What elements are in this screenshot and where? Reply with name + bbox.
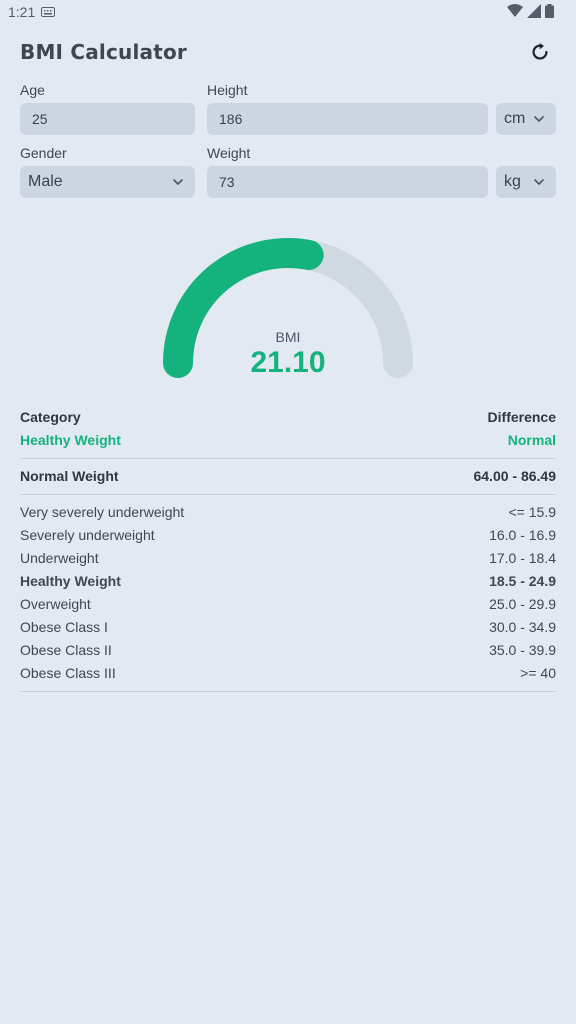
age-input-value: 25 [32, 111, 48, 127]
height-input-value: 186 [219, 111, 243, 127]
list-item: Obese Class III >= 40 [20, 665, 556, 681]
category-name: Severely underweight [20, 527, 155, 543]
category-range: 25.0 - 29.9 [489, 596, 556, 612]
status-left: 1:21 [8, 4, 56, 20]
list-item: Obese Class I 30.0 - 34.9 [20, 619, 556, 635]
category-range: 35.0 - 39.9 [489, 642, 556, 658]
bmi-value: 21.10 [250, 346, 326, 379]
gender-label: Gender [20, 145, 67, 161]
category-name: Overweight [20, 596, 91, 612]
category-range: 18.5 - 24.9 [489, 573, 556, 589]
difference-header: Difference [487, 409, 556, 425]
gauge-label: BMI [275, 329, 301, 345]
height-unit-value: cm [504, 110, 526, 127]
app-header: BMI Calculator [20, 34, 556, 70]
list-item: Obese Class II 35.0 - 39.9 [20, 642, 556, 658]
summary-value-row: Healthy Weight Normal [20, 432, 556, 448]
category-range: 16.0 - 16.9 [489, 527, 556, 543]
gender-select[interactable]: Male [20, 166, 195, 198]
category-name: Obese Class III [20, 665, 116, 681]
list-item: Overweight 25.0 - 29.9 [20, 596, 556, 612]
keyboard-icon [41, 4, 56, 20]
height-unit-select[interactable]: cm [496, 103, 556, 135]
category-name: Very severely underweight [20, 504, 185, 520]
list-item: Underweight 17.0 - 18.4 [20, 550, 556, 566]
category-header: Category [20, 409, 81, 425]
divider [20, 691, 556, 692]
category-range: >= 40 [520, 665, 556, 681]
height-label: Height [207, 82, 248, 98]
category-range: 17.0 - 18.4 [489, 550, 556, 566]
age-label: Age [20, 82, 45, 98]
status-time: 1:21 [8, 4, 36, 20]
normal-weight-range: 64.00 - 86.49 [473, 468, 556, 484]
gender-select-value: Male [28, 173, 63, 190]
chevron-down-icon [173, 179, 183, 185]
category-range: 30.0 - 34.9 [489, 619, 556, 635]
divider [20, 458, 556, 459]
chevron-down-icon [534, 179, 544, 185]
category-name: Obese Class I [20, 619, 108, 635]
normal-weight-label: Normal Weight [20, 468, 119, 484]
refresh-icon [532, 43, 548, 60]
category-name: Obese Class II [20, 642, 112, 658]
list-item: Severely underweight 16.0 - 16.9 [20, 527, 556, 543]
status-right [507, 3, 554, 21]
signal-icon [527, 3, 541, 21]
category-range: <= 15.9 [508, 504, 557, 520]
weight-unit-select[interactable]: kg [496, 166, 556, 198]
weight-unit-value: kg [504, 173, 521, 190]
wifi-icon [507, 4, 523, 20]
height-input[interactable]: 186 [207, 103, 488, 135]
age-input[interactable]: 25 [20, 103, 195, 135]
summary-header-row: Category Difference [20, 409, 556, 425]
normal-weight-row: Normal Weight 64.00 - 86.49 [20, 468, 556, 484]
weight-input-value: 73 [219, 174, 235, 190]
category-name: Healthy Weight [20, 573, 121, 589]
status-bar: 1:21 [0, 0, 576, 24]
page-title: BMI Calculator [20, 40, 187, 64]
category-value: Healthy Weight [20, 432, 121, 448]
chevron-down-icon [534, 116, 544, 122]
divider [20, 494, 556, 495]
list-item-active: Healthy Weight 18.5 - 24.9 [20, 573, 556, 589]
battery-icon [545, 3, 554, 21]
difference-value: Normal [507, 432, 556, 448]
weight-label: Weight [207, 145, 251, 161]
reset-button[interactable] [524, 36, 556, 68]
list-item: Very severely underweight <= 15.9 [20, 504, 556, 520]
category-name: Underweight [20, 550, 99, 566]
weight-input[interactable]: 73 [207, 166, 488, 198]
